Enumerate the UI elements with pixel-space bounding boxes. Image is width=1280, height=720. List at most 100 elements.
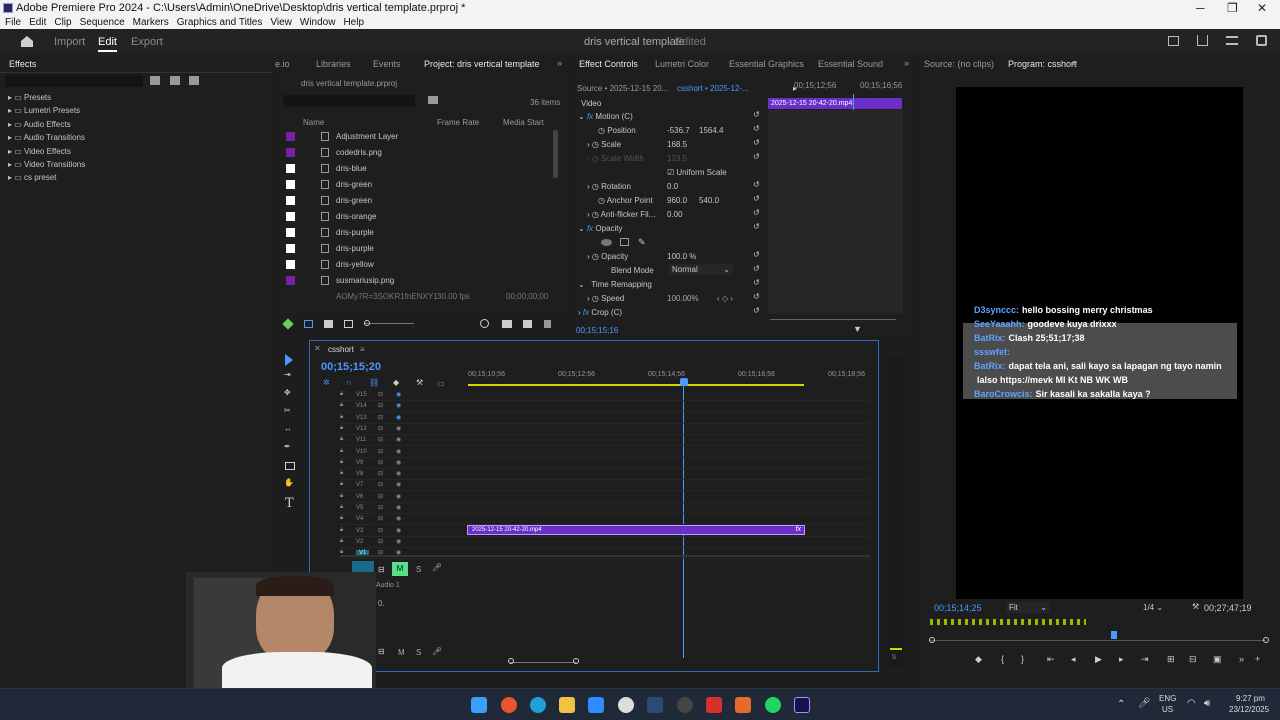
- scroll-handle-right[interactable]: [573, 658, 579, 664]
- reset-parameter-icon[interactable]: ↺: [753, 180, 760, 189]
- toggle-output-eye-icon[interactable]: ◉: [396, 504, 401, 511]
- reset-parameter-icon[interactable]: ↺: [753, 110, 760, 119]
- zoom-handle-left[interactable]: [929, 637, 935, 643]
- icon-view-icon[interactable]: [324, 320, 333, 328]
- timeline-scrollbar[interactable]: [510, 662, 576, 663]
- video-clip[interactable]: 2025-12-15 20-42-20.mp4 fx: [467, 525, 805, 535]
- track-lock-icon[interactable]: 🔒︎: [340, 391, 343, 398]
- video-track-row[interactable]: 🔒︎ V7 ⊟ ◉: [340, 480, 870, 492]
- brave-beta-icon[interactable]: [735, 697, 751, 713]
- sync-lock-icon[interactable]: ⊟: [378, 436, 383, 443]
- project-item-name[interactable]: AOMy7R=3SOKR1fnENXY1: [336, 292, 438, 301]
- clock-time[interactable]: 9:27 pm: [1236, 694, 1265, 703]
- video-track-row[interactable]: 🔒︎ V5 ⊟ ◉: [340, 503, 870, 514]
- anchor-y[interactable]: 540.0: [699, 196, 719, 205]
- track-select-tool-icon[interactable]: ⇥: [284, 370, 291, 379]
- tab-libraries[interactable]: Libraries: [316, 59, 351, 69]
- fx-crop[interactable]: › fx Crop (C): [578, 308, 622, 317]
- anti-flicker-value[interactable]: 0.00: [667, 210, 683, 219]
- zoom-handle-right[interactable]: [1263, 637, 1269, 643]
- button-editor-icon[interactable]: +: [1255, 654, 1260, 664]
- export-frame-icon[interactable]: ▣: [1213, 654, 1222, 665]
- meter-solo[interactable]: S: [892, 655, 896, 661]
- reset-parameter-icon[interactable]: ↺: [753, 292, 760, 301]
- panel-overflow-icon[interactable]: »: [904, 58, 909, 68]
- tab-project[interactable]: Project: dris vertical template: [424, 59, 540, 69]
- toggle-output-eye-icon[interactable]: ◉: [396, 448, 401, 455]
- folder-audio-transitions[interactable]: ▸ ▭ Audio Transitions: [8, 133, 85, 146]
- go-to-out-icon[interactable]: ⇥: [1141, 654, 1149, 665]
- ellipse-mask-icon[interactable]: [601, 239, 612, 246]
- share-icon[interactable]: [1197, 35, 1208, 46]
- 32bit-effects-icon[interactable]: [170, 76, 180, 85]
- column-media-start[interactable]: Media Start: [503, 118, 544, 127]
- track-label[interactable]: V8: [356, 471, 363, 477]
- menu-markers[interactable]: Markers: [133, 17, 169, 28]
- settings-wrench-icon[interactable]: ⚒: [1192, 602, 1199, 611]
- voiceover-mic-icon[interactable]: 🎤︎: [432, 563, 442, 572]
- toggle-output-eye-icon[interactable]: ◉: [396, 538, 401, 545]
- play-icon[interactable]: ▶: [1095, 654, 1102, 665]
- audio-sync-icon[interactable]: ⊟: [378, 565, 385, 574]
- step-forward-icon[interactable]: ▸: [1119, 654, 1124, 665]
- sync-lock-icon[interactable]: ⊟: [378, 448, 383, 455]
- folder-presets[interactable]: ▸ ▭ Presets: [8, 93, 85, 106]
- edit-tab[interactable]: Edit: [98, 36, 117, 52]
- track-lock-icon[interactable]: 🔒︎: [340, 436, 343, 443]
- sync-lock-icon[interactable]: ⊟: [378, 481, 383, 488]
- program-menu-icon[interactable]: ≡: [1072, 58, 1077, 68]
- track-label[interactable]: V12: [356, 426, 367, 432]
- toggle-output-eye-icon[interactable]: ◉: [396, 414, 401, 421]
- audio-volume[interactable]: 0.: [378, 599, 385, 608]
- sync-lock-icon[interactable]: ⊟: [378, 402, 383, 409]
- ec-zoom-scroll[interactable]: [770, 319, 896, 320]
- track-label[interactable]: V11: [356, 437, 366, 443]
- sync-lock-icon[interactable]: ⊟: [378, 470, 383, 477]
- ripple-edit-tool-icon[interactable]: ✥: [284, 388, 291, 397]
- panel-overflow-icon[interactable]: »: [557, 58, 562, 68]
- track-lock-icon[interactable]: 🔒︎: [340, 470, 343, 477]
- reset-parameter-icon[interactable]: ↺: [753, 278, 760, 287]
- list-view-icon[interactable]: [304, 320, 313, 328]
- ec-clip-bar[interactable]: 2025-12-15 20-42-20.mp4: [768, 98, 902, 109]
- reset-parameter-icon[interactable]: ↺: [753, 250, 760, 259]
- edge-icon[interactable]: [530, 697, 546, 713]
- track-label[interactable]: V2: [356, 539, 363, 545]
- toggle-output-eye-icon[interactable]: ◉: [396, 470, 401, 477]
- project-search-input[interactable]: [283, 95, 415, 107]
- resolution-select[interactable]: 1/4 ⌄: [1143, 603, 1163, 612]
- label-color-swatch[interactable]: [286, 228, 295, 237]
- menu-icon[interactable]: [1226, 36, 1238, 45]
- toggle-output-eye-icon[interactable]: ◉: [396, 459, 401, 466]
- menu-clip[interactable]: Clip: [54, 17, 71, 28]
- premiere-pro-icon[interactable]: [794, 697, 810, 713]
- folder-lumetri-presets[interactable]: ▸ ▭ Lumetri Presets: [8, 106, 85, 119]
- toggle-output-eye-icon[interactable]: ◉: [396, 527, 401, 534]
- sequence-menu-icon[interactable]: ≡: [360, 345, 365, 354]
- tab-effect-controls[interactable]: Effect Controls: [579, 59, 638, 69]
- mark-in-icon[interactable]: {: [1001, 654, 1004, 664]
- wrench-icon[interactable]: ⚒: [416, 378, 423, 387]
- menu-view[interactable]: View: [270, 17, 292, 28]
- step-back-icon[interactable]: ◂: [1071, 654, 1076, 665]
- video-track-row[interactable]: 🔒︎ V1 ⊟ ◉: [340, 548, 870, 560]
- hand-tool-icon[interactable]: ✋: [284, 478, 294, 487]
- video-track-row[interactable]: 🔒︎ V2 ⊟ ◉: [340, 537, 870, 548]
- program-monitor-tab[interactable]: Program: csshort: [1008, 59, 1077, 69]
- notepad-icon[interactable]: [588, 697, 604, 713]
- uniform-scale-checkbox[interactable]: ☑ Uniform Scale: [667, 168, 727, 177]
- track-lock-icon[interactable]: 🔒︎: [340, 504, 343, 511]
- folder-video-transitions[interactable]: ▸ ▭ Video Transitions: [8, 160, 85, 173]
- label-color-swatch[interactable]: [286, 244, 295, 253]
- steam-icon[interactable]: [647, 697, 663, 713]
- ec-keyframe-area[interactable]: [768, 110, 903, 314]
- track-label[interactable]: V6: [356, 494, 363, 500]
- toggle-output-eye-icon[interactable]: ◉: [396, 391, 401, 398]
- track-label[interactable]: V10: [356, 449, 367, 455]
- video-track-row[interactable]: 🔒︎ V8 ⊟ ◉: [340, 469, 870, 481]
- spotify-icon[interactable]: [765, 697, 781, 713]
- reset-parameter-icon[interactable]: ↺: [753, 152, 760, 161]
- toggle-output-eye-icon[interactable]: ◉: [396, 481, 401, 488]
- rotation-value[interactable]: 0.0: [667, 182, 678, 191]
- scale-value[interactable]: 168.5: [667, 140, 687, 149]
